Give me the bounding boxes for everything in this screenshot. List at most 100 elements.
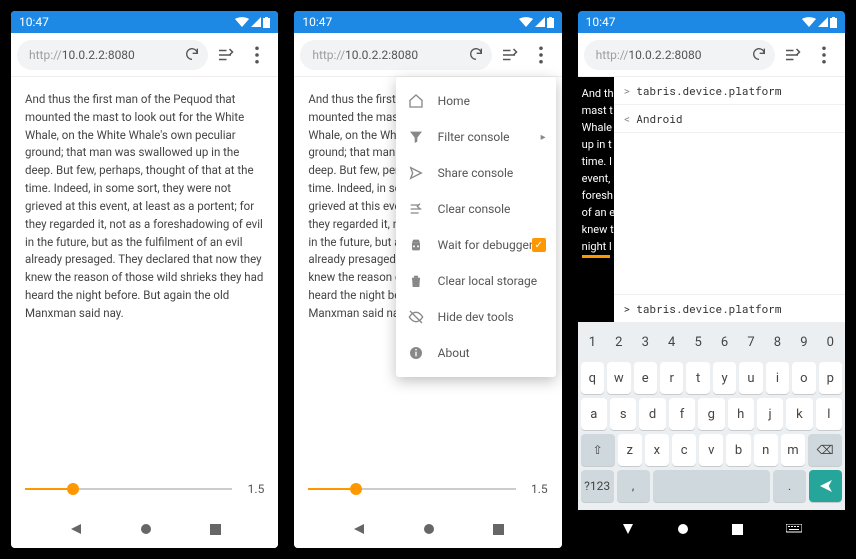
- signal-icon: [535, 17, 545, 27]
- key-a[interactable]: a: [581, 398, 607, 430]
- key-symbols[interactable]: ?123: [581, 470, 614, 502]
- key-i[interactable]: i: [766, 362, 789, 394]
- slider-value: 1.5: [244, 482, 264, 496]
- menu-item-filter-console[interactable]: Filter console▸: [396, 119, 556, 155]
- drawer-icon[interactable]: [210, 40, 240, 70]
- key-c[interactable]: c: [672, 434, 696, 466]
- overflow-icon[interactable]: [526, 40, 556, 70]
- key-n[interactable]: n: [754, 434, 778, 466]
- key-space[interactable]: [653, 470, 771, 502]
- key-comma[interactable]: ,: [617, 470, 650, 502]
- key-j[interactable]: j: [757, 398, 783, 430]
- back-button[interactable]: [352, 522, 366, 536]
- key-y[interactable]: y: [713, 362, 736, 394]
- key-f[interactable]: f: [669, 398, 695, 430]
- home-button[interactable]: [677, 523, 689, 535]
- key-3[interactable]: 3: [634, 326, 657, 358]
- menu-item-label: Clear console: [438, 202, 511, 216]
- key-z[interactable]: z: [618, 434, 642, 466]
- key-d[interactable]: d: [639, 398, 665, 430]
- clock: 10:47: [302, 15, 332, 29]
- wifi-icon: [802, 17, 816, 27]
- drawer-icon[interactable]: [494, 40, 524, 70]
- key-0[interactable]: 0: [819, 326, 842, 358]
- key-v[interactable]: v: [699, 434, 723, 466]
- menu-item-wait-for-debugger[interactable]: Wait for debugger✓: [396, 227, 556, 263]
- status-icons: [235, 17, 270, 28]
- key-s[interactable]: s: [610, 398, 636, 430]
- key-2[interactable]: 2: [607, 326, 630, 358]
- soft-keyboard: 1234567890 qwertyuiop asdfghjkl ⇧zxcvbnm⌫ ?1…: [578, 322, 845, 510]
- chevron-right-icon: ▸: [541, 132, 546, 143]
- key-dot[interactable]: .: [773, 470, 806, 502]
- home-button[interactable]: [140, 523, 152, 535]
- line-height-slider[interactable]: [25, 482, 232, 496]
- caret-icon: >: [624, 301, 631, 316]
- system-nav: [578, 510, 845, 548]
- key-g[interactable]: g: [698, 398, 724, 430]
- line-height-slider[interactable]: [308, 482, 515, 496]
- overflow-menu: HomeFilter console▸Share console Clear co…: [396, 77, 556, 377]
- url-proto: http://: [312, 48, 345, 62]
- menu-item-share-console[interactable]: Share console: [396, 155, 556, 191]
- address-bar: http://10.0.2.2:8080: [578, 33, 845, 77]
- key-m[interactable]: m: [781, 434, 805, 466]
- url-host: 10.0.2.2:8080: [62, 48, 135, 62]
- clock: 10:47: [19, 15, 49, 29]
- overflow-icon[interactable]: [809, 40, 839, 70]
- key-7[interactable]: 7: [739, 326, 762, 358]
- reload-icon[interactable]: [751, 46, 767, 62]
- key-5[interactable]: 5: [686, 326, 709, 358]
- key-o[interactable]: o: [792, 362, 815, 394]
- menu-item-about[interactable]: About: [396, 335, 556, 371]
- keyboard-switch-icon[interactable]: [786, 524, 802, 535]
- key-e[interactable]: e: [634, 362, 657, 394]
- menu-item-icon: [408, 129, 424, 145]
- back-button[interactable]: [621, 522, 635, 536]
- key-8[interactable]: 8: [766, 326, 789, 358]
- signal-icon: [251, 17, 261, 27]
- key-q[interactable]: q: [581, 362, 604, 394]
- home-button[interactable]: [423, 523, 435, 535]
- key-backspace[interactable]: ⌫: [808, 434, 842, 466]
- key-send[interactable]: [809, 470, 842, 502]
- status-bar: 10:47: [578, 11, 845, 33]
- recents-button[interactable]: [210, 524, 221, 535]
- console-line: >tabris.device.platform: [614, 77, 845, 105]
- drawer-icon[interactable]: [777, 40, 807, 70]
- key-1[interactable]: 1: [581, 326, 604, 358]
- reload-icon[interactable]: [468, 46, 484, 62]
- menu-item-home[interactable]: Home: [396, 83, 556, 119]
- key-9[interactable]: 9: [792, 326, 815, 358]
- key-shift[interactable]: ⇧: [581, 434, 615, 466]
- key-p[interactable]: p: [819, 362, 842, 394]
- key-r[interactable]: r: [660, 362, 683, 394]
- menu-item-clear-local-storage[interactable]: Clear local storage: [396, 263, 556, 299]
- key-u[interactable]: u: [739, 362, 762, 394]
- overflow-icon[interactable]: [242, 40, 272, 70]
- key-k[interactable]: k: [786, 398, 812, 430]
- key-4[interactable]: 4: [660, 326, 683, 358]
- caret-icon: <: [624, 111, 631, 126]
- key-6[interactable]: 6: [713, 326, 736, 358]
- console-input[interactable]: > tabris.device.platform: [614, 294, 845, 322]
- key-w[interactable]: w: [607, 362, 630, 394]
- key-t[interactable]: t: [686, 362, 709, 394]
- url-input[interactable]: http://10.0.2.2:8080: [584, 40, 775, 70]
- key-b[interactable]: b: [726, 434, 750, 466]
- url-input[interactable]: http://10.0.2.2:8080: [17, 40, 208, 70]
- reload-icon[interactable]: [184, 46, 200, 62]
- phone-screen-3: 10:47 http://10.0.2.2:8080 And thmast tW…: [578, 11, 845, 548]
- menu-item-clear-console[interactable]: Clear console: [396, 191, 556, 227]
- recents-button[interactable]: [732, 524, 743, 535]
- back-button[interactable]: [69, 522, 83, 536]
- key-l[interactable]: l: [816, 398, 842, 430]
- menu-item-hide-dev-tools[interactable]: Hide dev tools: [396, 299, 556, 335]
- slider-row: 1.5: [294, 472, 561, 510]
- key-h[interactable]: h: [728, 398, 754, 430]
- url-input[interactable]: http://10.0.2.2:8080: [300, 40, 491, 70]
- url-host: 10.0.2.2:8080: [628, 48, 701, 62]
- key-x[interactable]: x: [645, 434, 669, 466]
- battery-icon: [547, 17, 554, 28]
- recents-button[interactable]: [493, 524, 504, 535]
